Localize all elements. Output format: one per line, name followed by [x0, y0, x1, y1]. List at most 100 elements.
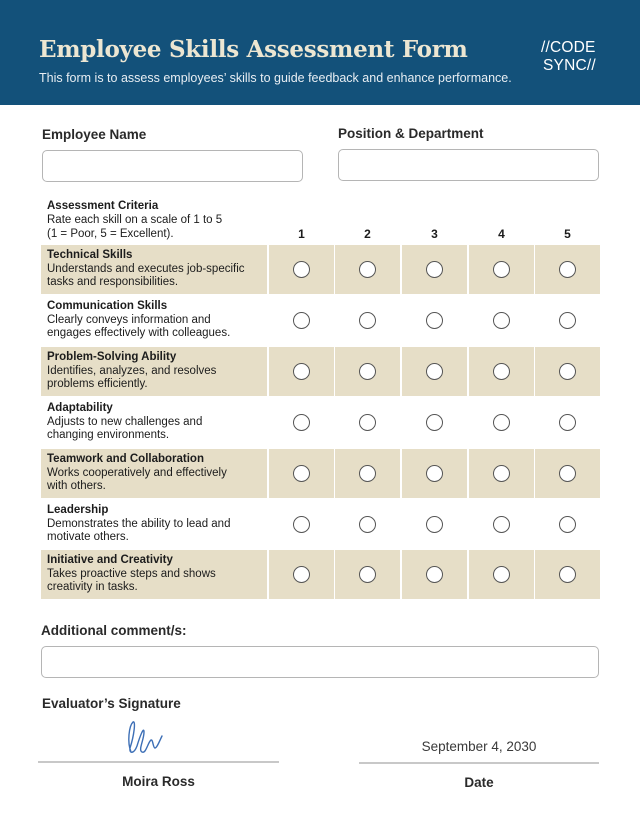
rating-radio-5[interactable]	[559, 516, 576, 533]
rating-radio-1[interactable]	[293, 465, 310, 482]
rating-radio-2[interactable]	[359, 261, 376, 278]
assessment-row: Technical Skills Understands and executes…	[41, 245, 600, 294]
criterion-name: Problem-Solving Ability	[47, 351, 177, 363]
rating-radio-3[interactable]	[426, 312, 443, 329]
rating-radio-2[interactable]	[359, 566, 376, 583]
rating-radio-5[interactable]	[559, 566, 576, 583]
rating-radio-4[interactable]	[493, 312, 510, 329]
criterion-name: Leadership	[47, 504, 109, 516]
rating-radio-4[interactable]	[493, 414, 510, 431]
rating-radio-3[interactable]	[426, 516, 443, 533]
rating-radio-3[interactable]	[426, 566, 443, 583]
criterion-name: Teamwork and Collaboration	[47, 453, 204, 465]
rating-radio-5[interactable]	[559, 465, 576, 482]
rating-radio-2[interactable]	[359, 465, 376, 482]
rating-radio-2[interactable]	[359, 516, 376, 533]
assessment-instruction-line-1: Rate each skill on a scale of 1 to 5	[47, 214, 223, 226]
criterion-cell: Adaptability Adjusts to new challenges an…	[41, 398, 267, 447]
rating-radio-3[interactable]	[426, 363, 443, 380]
rating-cell-1	[269, 347, 334, 396]
criterion-cell: Problem-Solving Ability Identifies, analy…	[41, 347, 267, 396]
assessment-row: Initiative and Creativity Takes proactive…	[41, 550, 600, 599]
rating-cell-2	[335, 245, 400, 294]
rating-cell-3	[402, 500, 467, 549]
logo-line-1: //CODE	[541, 39, 596, 56]
assessment-row: Problem-Solving Ability Identifies, analy…	[41, 347, 600, 396]
position-department-label: Position & Department	[338, 126, 484, 141]
rating-cell-4	[469, 347, 534, 396]
criterion-description-line-1: Understands and executes job-specific	[47, 262, 245, 275]
rating-cell-5	[535, 449, 600, 498]
rating-cell-4	[469, 296, 534, 345]
criterion-cell: Leadership Demonstrates the ability to le…	[41, 500, 267, 549]
form-title: Employee Skills Assessment Form	[39, 36, 468, 63]
criterion-description-line-1: Clearly conveys information and	[47, 313, 211, 326]
assessment-row: Leadership Demonstrates the ability to le…	[41, 500, 600, 549]
rating-radio-3[interactable]	[426, 261, 443, 278]
scale-header-1: 1	[298, 227, 305, 241]
rating-cell-5	[535, 347, 600, 396]
company-logo: //CODE SYNC//	[541, 39, 605, 75]
rating-cell-3	[402, 296, 467, 345]
evaluator-signature-label: Evaluator’s Signature	[42, 696, 181, 711]
rating-radio-1[interactable]	[293, 516, 310, 533]
rating-cell-2	[335, 500, 400, 549]
criterion-name: Communication Skills	[47, 300, 168, 312]
criterion-description-line-1: Demonstrates the ability to lead and	[47, 517, 231, 530]
criterion-name: Technical Skills	[47, 249, 133, 261]
rating-cell-5	[535, 550, 600, 599]
rating-radio-2[interactable]	[359, 414, 376, 431]
rating-radio-4[interactable]	[493, 261, 510, 278]
additional-comments-field[interactable]	[41, 646, 599, 678]
rating-cell-3	[402, 550, 467, 599]
criterion-description-line-2: tasks and responsibilities.	[47, 276, 179, 288]
rating-radio-5[interactable]	[559, 414, 576, 431]
rating-radio-1[interactable]	[293, 363, 310, 380]
rating-cell-5	[535, 245, 600, 294]
evaluator-name: Moira Ross	[122, 774, 195, 789]
criterion-cell: Initiative and Creativity Takes proactive…	[41, 550, 267, 599]
employee-name-field[interactable]	[42, 150, 303, 182]
position-department-field[interactable]	[338, 149, 599, 181]
rating-radio-1[interactable]	[293, 566, 310, 583]
assessment-criteria-heading: Assessment Criteria	[47, 200, 159, 212]
rating-cell-2	[335, 550, 400, 599]
rating-radio-5[interactable]	[559, 261, 576, 278]
rating-radio-1[interactable]	[293, 414, 310, 431]
criterion-description-line-1: Adjusts to new challenges and	[47, 415, 203, 428]
rating-cell-5	[535, 500, 600, 549]
scale-header-2: 2	[364, 227, 371, 241]
rating-radio-3[interactable]	[426, 414, 443, 431]
rating-cell-1	[269, 296, 334, 345]
rating-radio-4[interactable]	[493, 363, 510, 380]
rating-cell-3	[402, 245, 467, 294]
criterion-description-line-2: creativity in tasks.	[47, 581, 138, 593]
criterion-description-line-2: motivate others.	[47, 531, 129, 543]
rating-radio-5[interactable]	[559, 363, 576, 380]
assessment-row: Teamwork and Collaboration Works cooperat…	[41, 449, 600, 498]
criterion-cell: Technical Skills Understands and executes…	[41, 245, 267, 294]
form-subtitle: This form is to assess employees’ skills…	[39, 71, 512, 85]
date-value: September 4, 2030	[421, 739, 537, 754]
rating-radio-2[interactable]	[359, 312, 376, 329]
rating-radio-4[interactable]	[493, 465, 510, 482]
rating-radio-1[interactable]	[293, 261, 310, 278]
criterion-cell: Teamwork and Collaboration Works cooperat…	[41, 449, 267, 498]
scale-header-4: 4	[498, 227, 505, 241]
assessment-instruction-line-2: (1 = Poor, 5 = Excellent).	[47, 228, 174, 240]
criterion-cell: Communication Skills Clearly conveys info…	[41, 296, 267, 345]
rating-radio-4[interactable]	[493, 566, 510, 583]
rating-radio-2[interactable]	[359, 363, 376, 380]
additional-comments-label: Additional comment/s:	[41, 623, 187, 638]
rating-radio-5[interactable]	[559, 312, 576, 329]
rating-radio-1[interactable]	[293, 312, 310, 329]
rating-cell-2	[335, 347, 400, 396]
rating-radio-3[interactable]	[426, 465, 443, 482]
criterion-description-line-2: changing environments.	[47, 429, 170, 441]
rating-cell-3	[402, 347, 467, 396]
criterion-description-line-1: Works cooperatively and effectively	[47, 466, 227, 479]
rating-radio-4[interactable]	[493, 516, 510, 533]
date-line	[359, 762, 599, 764]
rating-cell-2	[335, 449, 400, 498]
rating-cell-5	[535, 296, 600, 345]
